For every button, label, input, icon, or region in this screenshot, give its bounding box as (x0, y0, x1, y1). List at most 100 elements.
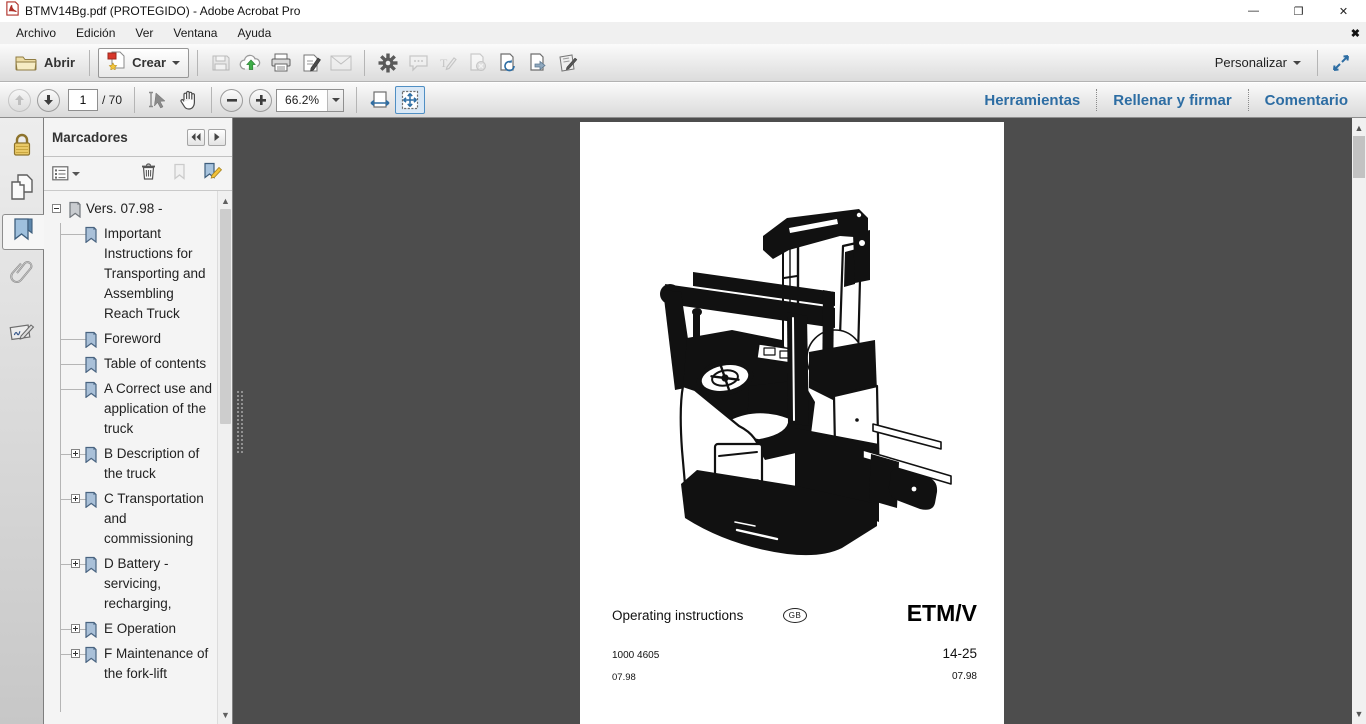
expand-plus-icon[interactable] (71, 449, 80, 458)
bookmark-ribbon-icon (84, 446, 98, 468)
toolbar-separator (356, 87, 358, 113)
upload-cloud-icon (239, 53, 263, 73)
new-bookmark-button[interactable] (203, 162, 223, 185)
create-button[interactable]: Crear (98, 47, 190, 78)
edit-text-icon: T (438, 54, 458, 72)
bookmark-label[interactable]: D Battery - servicing, recharging, (104, 554, 214, 614)
select-tool-button[interactable] (143, 86, 173, 114)
bookmark-ribbon-icon (84, 621, 98, 643)
expand-plus-icon[interactable] (71, 649, 80, 658)
trash-icon (142, 162, 155, 180)
panel-splitter-handle[interactable] (236, 390, 243, 454)
delete-pages-button[interactable] (463, 49, 493, 77)
upload-cloud-button[interactable] (236, 49, 266, 77)
personalize-button[interactable]: Personalizar (1207, 55, 1309, 70)
comment-panel-button[interactable]: Comentario (1249, 92, 1352, 109)
collapse-panel-button[interactable] (187, 128, 205, 146)
page-text-date-right: 07.98 (951, 671, 977, 682)
menu-item-3[interactable]: Ver (125, 24, 163, 42)
open-label: Abrir (44, 55, 76, 70)
zoom-out-button[interactable] (220, 88, 244, 112)
menu-item-2[interactable]: Edición (66, 24, 125, 42)
tools-panel-button[interactable]: Herramientas (968, 92, 1096, 109)
menu-item-4[interactable]: Ventana (163, 24, 227, 42)
export-button[interactable] (523, 49, 553, 77)
sign-button[interactable] (296, 49, 326, 77)
close-document-button[interactable]: ✖ (1351, 27, 1360, 40)
fill-sign-panel-button[interactable]: Rellenar y firmar (1097, 92, 1247, 109)
page-thumbnails-button[interactable] (2, 172, 42, 208)
page-export-icon (528, 52, 548, 73)
lock-icon (11, 133, 33, 164)
restore-button[interactable]: ❐ (1276, 0, 1321, 22)
navigation-toolbar: / 70 66.2% (0, 83, 1366, 118)
zoom-in-button[interactable] (249, 88, 273, 112)
save-button[interactable] (206, 49, 236, 77)
menu-bar: Archivo Edición Ver Ventana Ayuda ✖ (0, 22, 1366, 44)
print-button[interactable] (266, 49, 296, 77)
bookmarks-scrollbar[interactable]: ▲ ▼ (217, 191, 232, 724)
signatures-button[interactable] (2, 316, 42, 352)
close-button[interactable]: ✕ (1321, 0, 1366, 22)
hand-tool-button[interactable] (173, 86, 203, 114)
bookmark-label[interactable]: E Operation (104, 619, 214, 639)
bookmarks-options-button[interactable] (52, 166, 80, 181)
bookmarks-panel-button[interactable] (1, 214, 44, 250)
main-area: Marcadores Vers. 07.98 - Important Instr… (0, 118, 1366, 724)
menu-item-1[interactable]: Archivo (6, 24, 66, 42)
bookmark-item: Foreword (44, 329, 217, 349)
attachments-button[interactable] (2, 256, 42, 292)
scroll-up-icon[interactable]: ▲ (1352, 121, 1366, 135)
document-scrollbar[interactable]: ▲ ▼ (1352, 118, 1366, 724)
security-settings-button[interactable] (2, 130, 42, 166)
document-canvas[interactable]: Operating instructions GB ETM/V 1000 460… (233, 118, 1352, 724)
scroll-up-icon[interactable]: ▲ (218, 193, 233, 208)
tree-connector-stub (60, 389, 86, 390)
forms-button[interactable] (553, 49, 583, 77)
expand-plus-icon[interactable] (71, 624, 80, 633)
scrollbar-thumb[interactable] (220, 209, 231, 424)
scroll-down-icon[interactable]: ▼ (1352, 707, 1366, 721)
comment-button[interactable] (403, 49, 433, 77)
bookmark-label[interactable]: B Description of the truck (104, 444, 214, 484)
expand-panel-button[interactable] (208, 128, 226, 146)
toolbar-separator (364, 49, 366, 76)
bookmark-label[interactable]: Vers. 07.98 - (86, 199, 217, 219)
zoom-value: 66.2% (285, 93, 320, 107)
expand-plus-icon[interactable] (71, 559, 80, 568)
bookmark-label[interactable]: A Correct use and application of the tru… (104, 379, 214, 439)
open-button[interactable]: Abrir (8, 49, 81, 77)
toolbar-separator (211, 87, 213, 113)
double-chevron-left-icon (191, 133, 201, 141)
bookmark-label[interactable]: Table of contents (104, 354, 214, 374)
bookmark-label[interactable]: C Transportation and commissioning (104, 489, 214, 549)
reading-mode-button[interactable] (1326, 49, 1356, 77)
menu-item-5[interactable]: Ayuda (227, 24, 281, 42)
email-icon (330, 55, 352, 71)
next-page-button[interactable] (37, 88, 60, 112)
collapse-minus-icon[interactable] (52, 204, 61, 213)
email-button[interactable] (326, 49, 356, 77)
ocr-recognize-button[interactable] (493, 49, 523, 77)
minimize-button[interactable]: — (1231, 0, 1276, 22)
fit-page-button[interactable] (395, 86, 426, 114)
chevron-down-icon (72, 171, 80, 176)
bookmark-label[interactable]: F Maintenance of the fork-lift (104, 644, 214, 684)
bookmark-label[interactable]: Foreword (104, 329, 214, 349)
signature-icon (9, 320, 35, 349)
delete-bookmark-button[interactable] (141, 162, 156, 185)
chevron-down-icon (172, 60, 181, 65)
page-thumbnails-options-button[interactable] (373, 49, 403, 77)
scrollbar-thumb[interactable] (1353, 136, 1365, 178)
bookmark-item: Important Instructions for Transporting … (44, 224, 217, 324)
fit-width-button[interactable] (365, 86, 395, 114)
expand-current-bookmark-button[interactable] (172, 163, 187, 185)
bookmark-label[interactable]: Important Instructions for Transporting … (104, 224, 214, 324)
page-number-input[interactable] (68, 89, 98, 111)
bookmark-item: E Operation (44, 619, 217, 639)
zoom-level-select[interactable]: 66.2% (276, 88, 345, 112)
scroll-down-icon[interactable]: ▼ (218, 707, 233, 722)
previous-page-button[interactable] (8, 88, 31, 112)
edit-text-button[interactable]: T (433, 49, 463, 77)
expand-plus-icon[interactable] (71, 494, 80, 503)
